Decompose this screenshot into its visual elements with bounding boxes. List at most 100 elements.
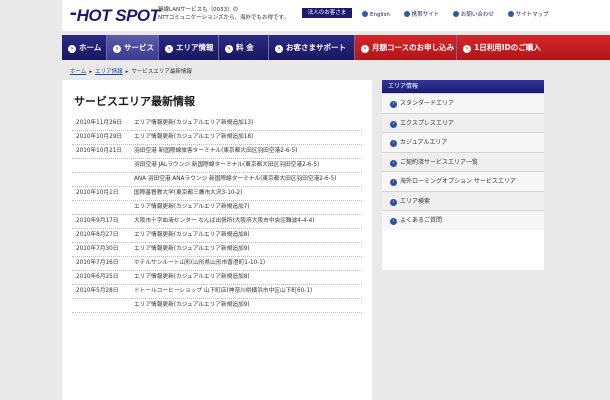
mail-icon	[452, 11, 459, 17]
nav-customer-support[interactable]: › お客さまサポート	[269, 35, 355, 60]
chevron-right-icon: ›	[390, 120, 397, 128]
sidebar-item[interactable]: › スタンダードエリア	[382, 93, 544, 113]
sidebar-heading: エリア情報	[382, 80, 544, 93]
news-row: 2010年6月25日 エリア情報更新(カジュアルエリア新規追加8)	[72, 271, 362, 285]
news-date: 2010年7月16日	[76, 260, 119, 266]
news-date: 2010年7月30日	[76, 246, 119, 252]
util-link-english[interactable]: English	[362, 11, 390, 18]
sidebar-item[interactable]: › ご契約済サービスエリア一覧	[382, 151, 544, 171]
news-date	[72, 302, 134, 310]
sidebar-item[interactable]: › よくあるご質問	[382, 210, 544, 230]
news-row: エリア情報更新(カジュアルエリア新規追加7)	[72, 201, 362, 215]
news-text: 国際基督教大学(東京都三鷹市大沢3-10-2)	[134, 190, 243, 196]
chevron-right-icon: ›	[390, 159, 397, 167]
nav-home[interactable]: › ホーム	[62, 35, 107, 60]
sidebar-item[interactable]: › カジュアルエリア	[382, 132, 544, 152]
global-nav: › ホーム › サービス › エリア情報 › 料 金 › お客さまサポート › 月額コースの…	[62, 35, 610, 60]
hotspot-logo[interactable]: ▪▪▪ HOT SPOT	[70, 6, 160, 26]
breadcrumb-separator-icon: ▸	[89, 69, 93, 75]
breadcrumb-area-info[interactable]: エリア情報	[95, 69, 123, 75]
news-text: エリア情報更新(カジュアルエリア新規追加13)	[134, 120, 254, 126]
tagline-line-1: 無線LANサービスも（0033）の	[158, 7, 239, 13]
news-text: エリア情報更新(カジュアルエリア新規追加7)	[134, 204, 250, 210]
sidebar: エリア情報 › スタンダードエリア › エクスプレスエリア › カジュアルエリア › ご契約済…	[382, 80, 544, 270]
news-date: 2010年6月25日	[76, 274, 119, 280]
nav-daily-id-purchase[interactable]: › 1日利用IDのご購入	[457, 35, 610, 60]
news-row: 2010年10月29日 エリア情報更新(カジュアルエリア新規追加18)	[72, 131, 362, 145]
chevron-right-icon: ›	[275, 45, 283, 53]
logo-dots-icon: ▪▪▪	[70, 9, 76, 20]
news-row: 2010年11月26日 エリア情報更新(カジュアルエリア新規追加13)	[72, 117, 362, 131]
util-link-contact[interactable]: お問い合わせ	[452, 11, 494, 18]
news-text: ANA 羽田空港 ANAラウンジ 新国際線ターミナル(東京都大田区羽田空港2-6…	[134, 176, 337, 182]
chevron-right-icon: ›	[361, 45, 369, 53]
chevron-right-icon: ›	[113, 45, 121, 53]
news-list: 2010年11月26日 エリア情報更新(カジュアルエリア新規追加13) 2010年1…	[72, 117, 362, 313]
breadcrumb-current: サービスエリア最新情報	[131, 69, 192, 75]
news-row: 羽田空港 JALラウンジ 新国際線ターミナル(東京都大田区羽田空港2-6-5)	[72, 159, 362, 173]
sitemap-icon	[507, 11, 514, 17]
chevron-right-icon: ›	[390, 179, 397, 186]
news-row: 2010年10月1日 国際基督教大学(東京都三鷹市大沢3-10-2)	[72, 187, 362, 201]
chevron-right-icon: ›	[390, 198, 397, 206]
sidebar-item[interactable]: › エリア検索	[382, 190, 544, 210]
news-row: ANA 羽田空港 ANAラウンジ 新国際線ターミナル(東京都大田区羽田空港2-6…	[72, 173, 362, 187]
chevron-right-icon: ›	[68, 45, 76, 53]
nav-pricing[interactable]: › 料 金	[219, 35, 269, 60]
news-text: 大阪市十字血液センター なんば出張所(大阪府大阪市中央区難波4-4-4)	[134, 218, 315, 224]
chevron-right-icon: ›	[390, 101, 397, 108]
mobile-icon	[403, 11, 410, 17]
chevron-right-icon: ›	[165, 45, 173, 53]
news-row: 2010年8月27日 エリア情報更新(カジュアルエリア新規追加8)	[72, 229, 362, 243]
breadcrumb-home[interactable]: ホーム	[70, 69, 86, 75]
news-row: 2010年10月21日 羽田空港 新国際線旅客ターミナル(東京都大田区羽田空港2-…	[72, 145, 362, 159]
breadcrumb-separator-icon: ▸	[125, 69, 129, 75]
news-row: エリア情報更新(カジュアルエリア新規追加9)	[72, 299, 362, 313]
globe-icon	[362, 11, 368, 17]
news-text: エリア情報更新(カジュアルエリア新規追加8)	[134, 274, 250, 280]
sidebar-item-label: エリア検索	[400, 197, 431, 205]
news-text: 羽田空港 JALラウンジ 新国際線ターミナル(東京都大田区羽田空港2-6-5)	[134, 162, 320, 168]
news-row: 2010年7月16日 ホテルサンルート山形(山形県山形市香澄町1-10-1)	[72, 257, 362, 271]
news-date: 2010年10月29日	[76, 134, 123, 140]
news-text: エリア情報更新(カジュアルエリア新規追加18)	[134, 134, 254, 140]
nav-area-info[interactable]: › エリア情報	[159, 35, 219, 60]
breadcrumb: ホーム ▸ エリア情報 ▸ サービスエリア最新情報	[70, 67, 192, 75]
header-tagline: 無線LANサービスも（0033）の NTTコミュニケーションズから、海外でもお得…	[158, 6, 308, 22]
page: ▪▪▪ HOT SPOT 無線LANサービスも（0033）の NTTコミュニケーシ…	[0, 0, 610, 400]
sidebar-item[interactable]: › エクスプレスエリア	[382, 112, 544, 132]
news-date: 2010年11月26日	[76, 120, 123, 126]
news-date: 2010年8月27日	[76, 232, 119, 238]
news-date	[72, 204, 134, 212]
sidebar-item-label: スタンダードエリア	[400, 100, 455, 107]
news-text: エリア情報更新(カジュアルエリア新規追加9)	[134, 302, 250, 308]
chevron-right-icon: ›	[463, 45, 471, 53]
utility-links: English 携帯サイト お問い合わせ サイトマップ	[362, 10, 561, 18]
news-text: エリア情報更新(カジュアルエリア新規追加8)	[134, 232, 250, 238]
chevron-right-icon: ›	[390, 140, 397, 147]
chevron-right-icon: ›	[225, 45, 233, 53]
site-header: ▪▪▪ HOT SPOT 無線LANサービスも（0033）の NTTコミュニケーシ…	[62, 0, 610, 31]
news-text: エリア情報更新(カジュアルエリア新規追加9)	[134, 246, 250, 252]
sidebar-item[interactable]: › 海外ローミングオプション サービスエリア	[382, 171, 544, 191]
util-link-mobile[interactable]: 携帯サイト	[403, 11, 439, 18]
page-title: サービスエリア最新情報	[74, 95, 195, 108]
sidebar-menu: › スタンダードエリア › エクスプレスエリア › カジュアルエリア › ご契約済サービスエリ…	[382, 93, 544, 230]
sidebar-item-label: ご契約済サービスエリア一覧	[400, 158, 479, 166]
corporate-customers-button[interactable]: 法人のお客さま	[302, 8, 352, 18]
news-text: 羽田空港 新国際線旅客ターミナル(東京都大田区羽田空港2-6-5)	[134, 148, 298, 154]
nav-service[interactable]: › サービス	[107, 35, 159, 60]
news-date	[72, 176, 134, 184]
news-text: ホテルサンルート山形(山形県山形市香澄町1-10-1)	[134, 260, 266, 266]
sidebar-item-label: カジュアルエリア	[400, 139, 448, 146]
news-text: ドトールコーヒーショップ 山下町店(神奈川県横浜市中区山下町60-1)	[134, 288, 313, 294]
news-date: 2010年9月17日	[76, 218, 119, 224]
sidebar-item-label: よくあるご質問	[400, 217, 443, 224]
news-date: 2010年10月21日	[76, 148, 123, 154]
news-date: 2010年5月28日	[76, 288, 119, 294]
chevron-right-icon: ›	[390, 218, 397, 225]
sidebar-item-label: 海外ローミングオプション サービスエリア	[400, 178, 516, 185]
news-row: 2010年7月30日 エリア情報更新(カジュアルエリア新規追加9)	[72, 243, 362, 257]
util-link-sitemap[interactable]: サイトマップ	[507, 11, 549, 18]
nav-monthly-signup[interactable]: › 月額コースのお申し込み	[355, 35, 457, 60]
